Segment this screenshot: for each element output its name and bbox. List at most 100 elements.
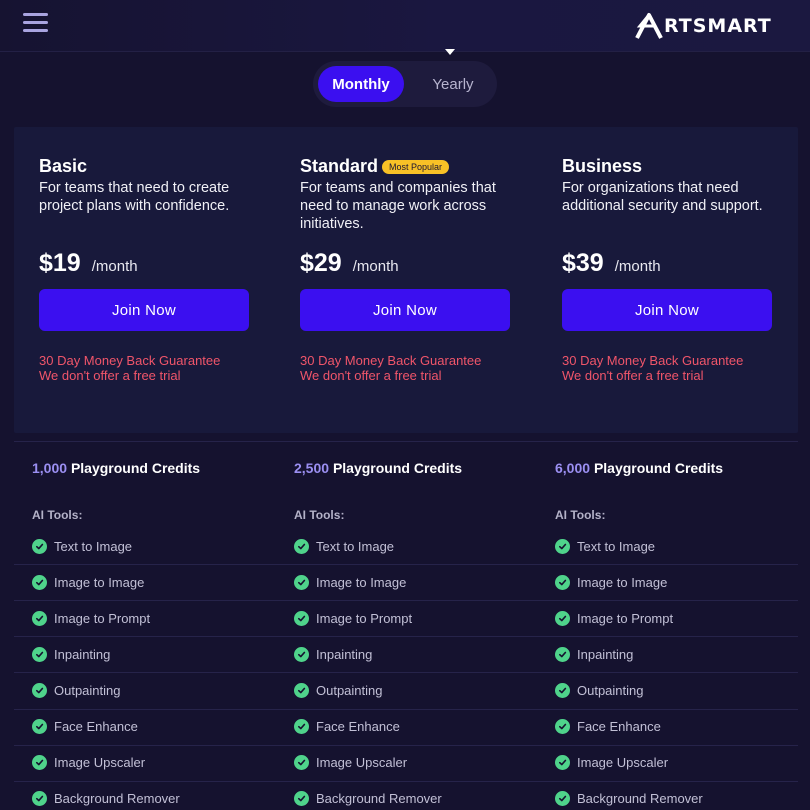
plan-title: Standard: [300, 156, 379, 176]
feature-item: Inpainting: [32, 644, 110, 664]
feature-item: Background Remover: [294, 789, 442, 809]
free-trial-line: We don't offer a free trial: [562, 368, 704, 383]
plan-name: Basic: [39, 156, 87, 177]
feature-label: Image Upscaler: [316, 755, 408, 771]
check-circle-icon: [555, 574, 570, 590]
check-circle-icon: [555, 538, 570, 554]
feature-label: Background Remover: [577, 791, 703, 807]
feature-label: Background Remover: [316, 791, 442, 807]
guarantee-text: 30 Day Money Back Guarantee We don't off…: [300, 353, 481, 383]
feature-item: Face Enhance: [294, 717, 400, 737]
feature-item: Text to Image: [294, 536, 394, 556]
feature-item: Text to Image: [555, 536, 655, 556]
feature-label: Inpainting: [577, 646, 634, 662]
plans-panel: Basic For teams that need to create proj…: [14, 127, 798, 433]
check-circle-icon: [294, 791, 309, 807]
feature-label: Text to Image: [316, 538, 395, 554]
check-circle-icon: [32, 719, 47, 734]
plan-description: For teams that need to create project pl…: [39, 180, 230, 214]
join-now-button-basic[interactable]: Join Now: [39, 289, 249, 331]
playground-credits: 6,000 Playground Credits: [555, 460, 723, 476]
check-circle-icon: [32, 538, 47, 554]
plan-price: $39 /month: [562, 249, 661, 278]
check-circle-icon: [555, 610, 570, 626]
join-now-button-standard[interactable]: Join Now: [300, 289, 510, 331]
feature-item: Image to Prompt: [294, 608, 412, 628]
plan-title: Basic: [39, 156, 88, 176]
feature-label: Outpainting: [54, 682, 121, 698]
ai-tools-label: AI Tools:: [555, 508, 606, 522]
feature-item: Image Upscaler: [32, 753, 145, 773]
feature-item: Image to Image: [32, 572, 144, 592]
feature-label: Face Enhance: [316, 719, 400, 734]
feature-label: Face Enhance: [577, 719, 661, 734]
playground-credits: 2,500 Playground Credits: [294, 460, 462, 476]
billing-period-toggle[interactable]: Monthly Yearly: [313, 61, 497, 107]
credits-label: Playground Credits: [70, 460, 201, 476]
monthly-option[interactable]: Monthly: [318, 66, 404, 102]
ai-tools-label: AI Tools:: [32, 508, 83, 522]
feature-item: Outpainting: [555, 680, 644, 700]
feature-item: Image Upscaler: [294, 753, 407, 773]
feature-label: Image to Image: [54, 574, 145, 590]
ai-tools-label: AI Tools:: [294, 508, 345, 522]
guarantee-line: 30 Day Money Back Guarantee: [300, 353, 482, 368]
feature-row-divider: [14, 600, 798, 602]
credits-label: Playground Credits: [593, 460, 724, 476]
feature-item: Inpainting: [555, 644, 633, 664]
check-circle-icon: [294, 574, 309, 590]
section-divider: [14, 441, 798, 442]
plan-description: For teams and companies that need to man…: [300, 180, 496, 232]
hamburger-menu-icon[interactable]: [23, 13, 48, 34]
yearly-option[interactable]: Yearly: [414, 66, 492, 102]
playground-credits: 1,000 Playground Credits: [32, 460, 200, 476]
top-header: RTSMART: [0, 0, 810, 52]
join-now-button-business[interactable]: Join Now: [562, 289, 772, 331]
feature-item: Text to Image: [32, 536, 132, 556]
check-circle-icon: [294, 755, 309, 771]
feature-label: Outpainting: [316, 682, 383, 698]
price-period: /month: [352, 258, 399, 275]
feature-row-divider: [14, 672, 798, 674]
feature-label: Background Remover: [54, 791, 180, 807]
feature-item: Face Enhance: [555, 717, 661, 737]
check-circle-icon: [32, 610, 47, 626]
feature-item: Image to Image: [555, 572, 667, 592]
feature-label: Inpainting: [316, 646, 373, 662]
check-circle-icon: [555, 682, 570, 698]
feature-item: Inpainting: [294, 644, 372, 664]
guarantee-line: 30 Day Money Back Guarantee: [562, 353, 744, 368]
credits-label: Playground Credits: [332, 460, 463, 476]
feature-label: Image Upscaler: [54, 755, 146, 771]
artsmart-logo[interactable]: RTSMART: [634, 12, 772, 40]
free-trial-line: We don't offer a free trial: [39, 368, 181, 383]
feature-row-divider: [14, 744, 798, 746]
feature-item: Outpainting: [32, 680, 121, 700]
plan-name: Standard Most Popular: [300, 156, 450, 177]
feature-row-divider: [14, 564, 798, 566]
check-circle-icon: [294, 610, 309, 626]
feature-label: Image to Image: [316, 574, 407, 590]
logo-text: RTSMART: [664, 15, 772, 37]
plan-price: $19 /month: [39, 249, 138, 278]
check-circle-icon: [555, 755, 570, 771]
feature-label: Image Upscaler: [577, 755, 669, 771]
feature-item: Background Remover: [32, 789, 180, 809]
check-circle-icon: [555, 791, 570, 807]
feature-label: Outpainting: [577, 682, 644, 698]
check-circle-icon: [32, 646, 47, 662]
check-circle-icon: [32, 682, 47, 698]
feature-item: Outpainting: [294, 680, 383, 700]
check-circle-icon: [32, 755, 47, 771]
credits-amount: 1,000: [32, 460, 68, 476]
check-circle-icon: [294, 682, 309, 698]
feature-label: Image to Prompt: [54, 610, 151, 626]
credits-amount: 2,500: [294, 460, 330, 476]
check-circle-icon: [555, 646, 570, 662]
feature-row-divider: [14, 708, 798, 710]
plan-price: $29 /month: [300, 249, 399, 278]
price-period: /month: [614, 258, 661, 275]
check-circle-icon: [32, 574, 47, 590]
guarantee-text: 30 Day Money Back Guarantee We don't off…: [39, 353, 220, 383]
feature-item: Face Enhance: [32, 717, 138, 737]
